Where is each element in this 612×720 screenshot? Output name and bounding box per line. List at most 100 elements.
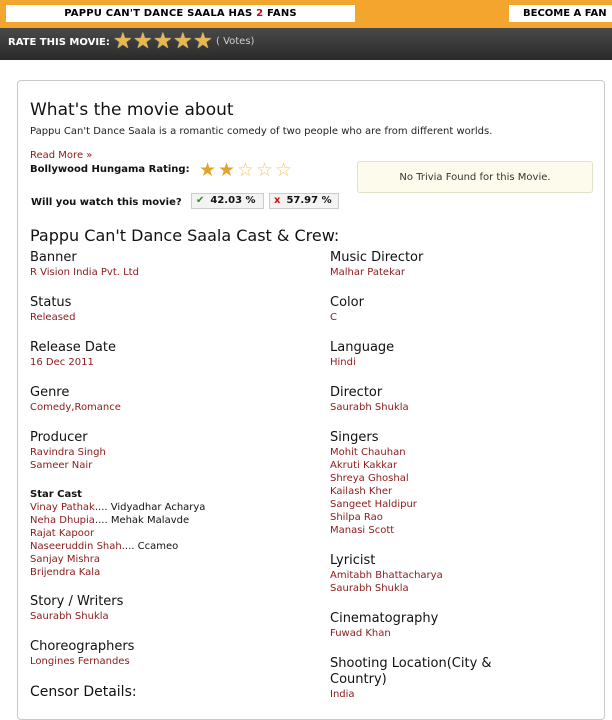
banner-block: Banner R Vision India Pvt. Ltd [30, 250, 139, 279]
banner-label: Banner [30, 250, 77, 265]
singer-link[interactable]: Akruti Kakkar [330, 459, 417, 472]
genre-label: Genre [30, 385, 70, 400]
rate-stars[interactable]: ★ ★ ★ ★ ★ [113, 30, 213, 54]
choreographers-block: Choreographers Longines Fernandes [30, 639, 134, 668]
singer-link[interactable]: Manasi Scott [330, 524, 417, 537]
color-block: Color C [330, 295, 364, 324]
trivia-box: No Trivia Found for this Movie. [357, 161, 593, 193]
color-label: Color [330, 295, 364, 310]
censor-block: Censor Details: [30, 683, 137, 701]
bh-rating-label: Bollywood Hungama Rating: [30, 164, 190, 175]
star-filled-icon: ★ [199, 159, 217, 181]
cast-crew-heading: Pappu Can't Dance Saala Cast & Crew: [30, 226, 340, 245]
status-block: Status Released [30, 295, 75, 324]
no-percent: 57.97 % [286, 195, 332, 206]
vote-no-button[interactable]: x 57.97 % [269, 193, 339, 209]
cast-row: Vinay Pathak.... Vidyadhar Acharya [30, 501, 205, 514]
release-label: Release Date [30, 340, 116, 355]
lyricist-label: Lyricist [330, 553, 376, 568]
singer-link[interactable]: Shreya Ghoshal [330, 472, 417, 485]
language-block: Language Hindi [330, 340, 394, 369]
fans-prefix: PAPPU CAN'T DANCE SAALA HAS [64, 8, 257, 19]
actor-link[interactable]: Naseeruddin Shah [30, 541, 122, 552]
role-text: .... Ccameo [121, 541, 179, 552]
become-a-fan-button[interactable]: BECOME A FAN [509, 5, 612, 22]
vote-yes-button[interactable]: ✔ 42.03 % [191, 193, 264, 209]
fans-suffix: FANS [263, 8, 297, 19]
rate-star-icon[interactable]: ★ [153, 30, 173, 54]
status-value: Released [30, 312, 76, 323]
shooting-label-line1: Shooting Location(City & [330, 656, 492, 671]
actor-link[interactable]: Rajat Kapoor [30, 528, 94, 539]
release-value: 16 Dec 2011 [30, 357, 94, 368]
choreographer-link[interactable]: Longines Fernandes [30, 655, 134, 668]
lyricist-link[interactable]: Amitabh Bhattacharya [330, 569, 443, 582]
singer-link[interactable]: Mohit Chauhan [330, 446, 417, 459]
cast-row: Rajat Kapoor [30, 527, 205, 540]
color-value: C [330, 312, 337, 323]
producer-link[interactable]: Ravindra Singh [30, 446, 106, 459]
star-filled-icon: ★ [218, 159, 236, 181]
writers-label: Story / Writers [30, 594, 124, 609]
watch-question: Will you watch this movie? [31, 197, 182, 208]
banner-link[interactable]: R Vision India Pvt. Ltd [30, 266, 139, 279]
singer-link[interactable]: Kailash Kher [330, 485, 417, 498]
cinematography-label: Cinematography [330, 611, 439, 626]
check-icon: ✔ [196, 195, 205, 206]
actor-link[interactable]: Sanjay Mishra [30, 554, 100, 565]
cinematographer-link[interactable]: Fuwad Khan [330, 627, 438, 640]
writer-link[interactable]: Saurabh Shukla [30, 610, 123, 623]
singer-link[interactable]: Shilpa Rao [330, 511, 417, 524]
music-block: Music Director Malhar Patekar [330, 250, 423, 279]
producer-link[interactable]: Sameer Nair [30, 459, 106, 472]
producer-block: Producer Ravindra Singh Sameer Nair [30, 430, 106, 472]
star-empty-icon: ☆ [275, 159, 293, 181]
music-director-link[interactable]: Malhar Patekar [330, 266, 423, 279]
director-block: Director Saurabh Shukla [330, 385, 409, 414]
writers-block: Story / Writers Saurabh Shukla [30, 594, 123, 623]
censor-label: Censor Details: [30, 684, 137, 700]
role-text: .... Mehak Malavde [94, 515, 190, 526]
producer-label: Producer [30, 430, 88, 445]
lyricist-block: Lyricist Amitabh Bhattacharya Saurabh Sh… [330, 553, 443, 595]
singers-label: Singers [330, 430, 379, 445]
cinematography-block: Cinematography Fuwad Khan [330, 611, 438, 640]
cast-row: Brijendra Kala [30, 566, 205, 579]
rate-movie-label: RATE THIS MOVIE: [8, 37, 110, 48]
role-text: .... Vidyadhar Acharya [94, 502, 206, 513]
rate-movie-bar: RATE THIS MOVIE: ★ ★ ★ ★ ★ ( Votes) [0, 28, 612, 60]
shooting-block: Shooting Location(City & Country) India [330, 656, 492, 701]
singer-link[interactable]: Sangeet Haldipur [330, 498, 417, 511]
fan-bar: PAPPU CAN'T DANCE SAALA HAS 2 FANS BECOM… [0, 0, 612, 28]
cast-row: Sanjay Mishra [30, 553, 205, 566]
cross-icon: x [274, 195, 281, 206]
star-empty-icon: ☆ [256, 159, 274, 181]
star-empty-icon: ☆ [237, 159, 255, 181]
cast-row: Neha Dhupia.... Mehak Malavde [30, 514, 205, 527]
votes-count: ( Votes) [216, 36, 255, 47]
synopsis-text: Pappu Can't Dance Saala is a romantic co… [30, 126, 493, 137]
shooting-location-link[interactable]: India [330, 688, 492, 701]
choreographers-label: Choreographers [30, 639, 135, 654]
rate-star-icon[interactable]: ★ [193, 30, 213, 54]
star-cast-label: Star Cast [30, 489, 82, 500]
actor-link[interactable]: Brijendra Kala [30, 567, 100, 578]
lyricist-link[interactable]: Saurabh Shukla [330, 582, 443, 595]
yes-percent: 42.03 % [210, 195, 256, 206]
actor-link[interactable]: Vinay Pathak [30, 502, 95, 513]
bh-rating-stars: ★ ★ ☆ ☆ ☆ [199, 159, 294, 181]
actor-link[interactable]: Neha Dhupia [30, 515, 95, 526]
read-more-link[interactable]: Read More » [30, 150, 92, 161]
genre-link[interactable]: Comedy,Romance [30, 401, 121, 414]
language-link[interactable]: Hindi [330, 356, 394, 369]
director-label: Director [330, 385, 383, 400]
cast-row: Naseeruddin Shah.... Ccameo [30, 540, 205, 553]
director-link[interactable]: Saurabh Shukla [330, 401, 409, 414]
rate-star-icon[interactable]: ★ [173, 30, 193, 54]
genre-block: Genre Comedy,Romance [30, 385, 121, 414]
rate-star-icon[interactable]: ★ [133, 30, 153, 54]
fans-count-banner[interactable]: PAPPU CAN'T DANCE SAALA HAS 2 FANS [6, 5, 355, 22]
language-label: Language [330, 340, 395, 355]
music-label: Music Director [330, 250, 424, 265]
rate-star-icon[interactable]: ★ [113, 30, 133, 54]
